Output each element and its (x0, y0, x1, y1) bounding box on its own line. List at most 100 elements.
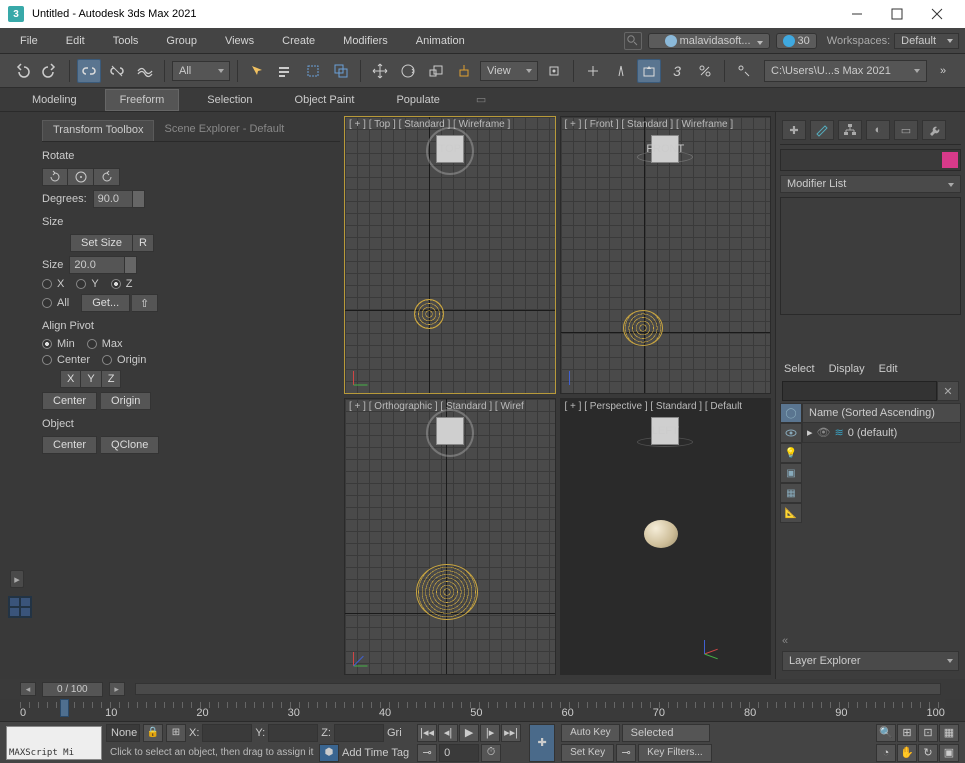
pivot-origin-button[interactable]: Origin (101, 392, 151, 410)
goto-start-button[interactable]: |◂◂ (417, 724, 437, 742)
size-spinner[interactable]: 20.0 (69, 256, 137, 274)
display-panel-button[interactable]: ▭ (894, 120, 918, 140)
time-tag-icon[interactable]: ⬢ (319, 744, 339, 762)
reset-size-button[interactable]: R (133, 234, 154, 252)
viewcube[interactable]: TOP (436, 135, 464, 163)
menu-animation[interactable]: Animation (402, 30, 479, 52)
rectangle-select-button[interactable] (301, 59, 325, 83)
modifier-list-dropdown[interactable]: Modifier List (780, 175, 961, 193)
left-tab-scene-explorer[interactable]: Scene Explorer - Default (154, 120, 294, 141)
object-center-button[interactable]: Center (42, 436, 97, 454)
viewcube[interactable]: FRONT (651, 135, 679, 163)
menu-create[interactable]: Create (268, 30, 329, 52)
menu-file[interactable]: File (6, 30, 52, 52)
move-button[interactable] (368, 59, 392, 83)
autokey-button[interactable]: Auto Key (561, 724, 620, 742)
window-crossing-button[interactable] (329, 59, 353, 83)
layer-explorer-dropdown[interactable]: Layer Explorer (782, 651, 959, 671)
pivot-y-button[interactable]: Y (81, 370, 101, 388)
close-button[interactable] (917, 0, 957, 28)
time-cursor[interactable] (60, 699, 69, 717)
rotate-cw-button[interactable] (94, 168, 120, 186)
radio-origin[interactable] (102, 355, 112, 365)
pivot-x-button[interactable]: X (60, 370, 81, 388)
clear-search-button[interactable]: ✕ (937, 381, 959, 401)
add-time-tag-label[interactable]: Add Time Tag (342, 747, 409, 759)
workspace-select[interactable]: Default (894, 33, 959, 49)
object-name-field[interactable] (780, 149, 961, 171)
trial-days-indicator[interactable]: 30 (776, 33, 817, 49)
minimize-button[interactable] (837, 0, 877, 28)
selection-filter-dropdown[interactable]: All (172, 61, 230, 81)
radio-max[interactable] (87, 339, 97, 349)
ribbon-tab-modeling[interactable]: Modeling (18, 90, 91, 110)
select-object-button[interactable] (245, 59, 269, 83)
create-panel-button[interactable]: ✚ (782, 120, 806, 140)
script-listener[interactable]: MAXScript Mi (6, 726, 102, 760)
prev-frame-button[interactable]: ◂| (438, 724, 458, 742)
redo-button[interactable] (38, 59, 62, 83)
time-next-button[interactable]: ▸ (109, 682, 125, 696)
time-slider-label[interactable]: 0 / 100 (42, 682, 103, 697)
account-dropdown[interactable]: malavidasoft... (648, 33, 770, 49)
maximize-button[interactable] (877, 0, 917, 28)
expand-arrow-icon[interactable]: ▸ (807, 426, 813, 439)
get-button[interactable]: Get... (81, 294, 130, 312)
time-slider-track[interactable] (135, 683, 941, 695)
zoom-extents-icon[interactable]: ⊡ (918, 724, 938, 742)
spinner-snap-button[interactable] (732, 59, 756, 83)
ribbon-tab-object-paint[interactable]: Object Paint (281, 90, 369, 110)
pivot-center-button[interactable]: Center (42, 392, 97, 410)
key-filters-button[interactable]: Key Filters... (638, 744, 712, 762)
set-size-button[interactable]: Set Size (70, 234, 133, 252)
collapse-arrow-icon[interactable]: « (782, 631, 959, 651)
coord-x-field[interactable] (202, 724, 252, 742)
refcoord-dropdown[interactable]: View (480, 61, 538, 81)
placement-button[interactable] (452, 59, 476, 83)
ribbon-tab-populate[interactable]: Populate (382, 90, 453, 110)
display-all-icon[interactable]: ◯ (780, 403, 802, 423)
coord-z-field[interactable] (334, 724, 384, 742)
scene-tab-edit[interactable]: Edit (879, 363, 898, 375)
project-path-field[interactable]: C:\Users\U...s Max 2021 (764, 60, 927, 82)
scene-name-header[interactable]: Name (Sorted Ascending) (802, 403, 961, 423)
scene-tab-display[interactable]: Display (829, 363, 865, 375)
undo-button[interactable] (10, 59, 34, 83)
use-pivot-center-button[interactable] (542, 59, 566, 83)
time-prev-button[interactable]: ◂ (20, 682, 36, 696)
maximize-viewport-icon[interactable]: ▣ (939, 744, 959, 762)
lightbulb-icon[interactable]: 💡 (780, 443, 802, 463)
sphere-object[interactable] (623, 310, 663, 346)
coord-y-field[interactable] (268, 724, 318, 742)
viewport-layout-button[interactable] (8, 596, 32, 618)
field-of-view-icon[interactable]: ◔ (876, 744, 896, 762)
motion-panel-button[interactable]: ◐ (866, 120, 890, 140)
visibility-icon[interactable]: 👁 (817, 426, 831, 439)
expand-panel-button[interactable]: ▸ (10, 570, 24, 588)
time-ruler[interactable]: 0 10 20 30 40 50 60 70 80 90 100 (20, 699, 945, 721)
rotate-ccw-button[interactable] (42, 168, 68, 186)
percent-snap-button[interactable] (693, 59, 717, 83)
camera-icon[interactable]: ▣ (780, 463, 802, 483)
sphere-object[interactable] (416, 564, 478, 620)
modifier-stack[interactable] (780, 197, 961, 315)
unlink-button[interactable] (105, 59, 129, 83)
menu-views[interactable]: Views (211, 30, 268, 52)
play-button[interactable]: ▶ (459, 724, 479, 742)
path-more-button[interactable]: » (931, 59, 955, 83)
snap-toggle-button[interactable] (637, 59, 661, 83)
key-target-dropdown[interactable]: Selected (622, 724, 710, 742)
viewport-persp-label[interactable]: [ + ] [ Perspective ] [ Standard ] [ Def… (565, 401, 743, 412)
pan-icon[interactable]: ✋ (897, 744, 917, 762)
viewport-top[interactable]: [ + ] [ Top ] [ Standard ] [ Wireframe ]… (344, 116, 556, 394)
rotate-free-button[interactable] (68, 168, 94, 186)
lock-icon[interactable]: 🔒 (143, 724, 163, 742)
display-geometry-icon[interactable] (780, 423, 802, 443)
viewcube[interactable]: LEFT (651, 417, 679, 445)
radio-all[interactable] (42, 298, 52, 308)
viewport-front-label[interactable]: [ + ] [ Front ] [ Standard ] [ Wireframe… (565, 119, 734, 130)
viewport-ortho-label[interactable]: [ + ] [ Orthographic ] [ Standard ] [ Wi… (349, 401, 524, 412)
goto-end-button[interactable]: ▸▸| (501, 724, 521, 742)
bind-space-warp-button[interactable] (133, 59, 157, 83)
qclone-button[interactable]: QClone (101, 436, 159, 454)
